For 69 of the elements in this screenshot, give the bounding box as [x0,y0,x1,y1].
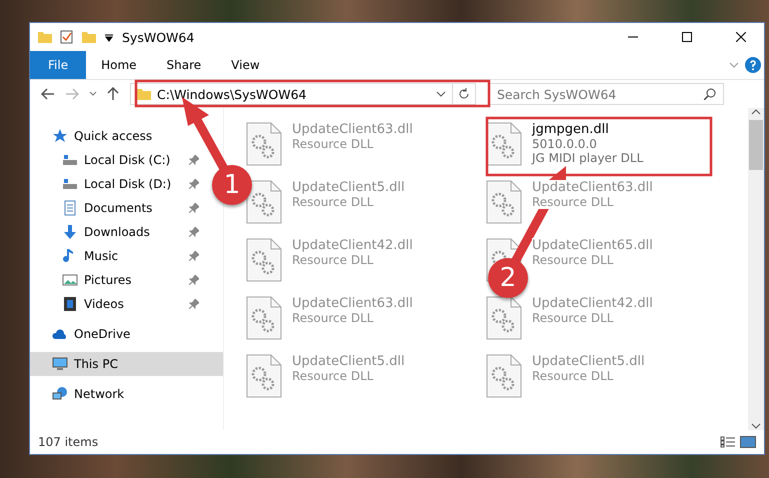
file-detail: Resource DLL [532,195,614,209]
file-detail: JG MIDI player DLL [532,151,644,165]
scrollbar[interactable] [748,108,764,430]
pin-icon[interactable] [189,299,199,309]
caret-icon[interactable] [104,32,114,42]
drive-icon [62,152,78,168]
file-detail: Resource DLL [292,137,374,151]
properties-icon[interactable] [60,30,74,44]
maximize-icon [682,32,692,42]
sidebar-item[interactable]: Local Disk (D:) [30,172,207,196]
sidebar-item[interactable]: Videos [30,292,207,316]
folder-icon [137,87,151,101]
close-icon [736,32,746,42]
computer-icon [52,356,68,372]
details-view-icon[interactable] [720,436,736,448]
search-field[interactable]: Search SysWOW64 [488,83,724,105]
network-icon [52,386,68,402]
gear-file-icon [246,354,282,398]
ribbon-tab[interactable]: Home [86,51,152,79]
file-detail: Resource DLL [532,311,614,325]
item-count: 107 items [38,435,100,449]
file-detail: Resource DLL [532,369,614,383]
sidebar-item[interactable]: OneDrive [30,322,223,346]
gear-file-icon [486,296,522,340]
pin-icon[interactable] [189,179,199,189]
file-detail: Resource DLL [292,311,374,325]
chevron-down-icon[interactable] [436,90,446,98]
sidebar-item[interactable]: Quick access [30,124,223,148]
sidebar-item[interactable]: This PC [30,352,223,376]
gear-file-icon [246,122,282,166]
pin-icon[interactable] [189,155,199,165]
file-detail: Resource DLL [292,195,374,209]
pin-icon[interactable] [189,227,199,237]
sidebar-item[interactable]: Downloads [30,220,207,244]
sidebar-item[interactable]: Pictures [30,268,207,292]
file-detail: 5010.0.0.0 [532,137,597,151]
file-detail: Resource DLL [292,253,374,267]
drive-icon [62,176,78,192]
window-title: SysWOW64 [122,30,196,44]
scroll-up-icon[interactable] [751,108,761,116]
chevron-down-icon [729,61,739,69]
videos-icon [62,296,78,312]
file-name[interactable]: jgmpgen.dll [532,122,609,137]
gear-file-icon [486,122,522,166]
scrollbar-thumb[interactable] [749,120,763,170]
sidebar-item[interactable]: Local Disk (C:) [30,148,207,172]
file-menu-button[interactable]: File [30,51,86,79]
sidebar-item[interactable]: Network [30,382,223,406]
sidebar-item[interactable]: Music [30,244,207,268]
pictures-icon [62,272,78,288]
gear-file-icon [246,238,282,282]
scroll-down-icon[interactable] [751,422,761,430]
search-icon [704,88,716,100]
gear-file-icon [486,354,522,398]
gear-file-icon [246,180,282,224]
sidebar-item[interactable]: Documents [30,196,207,220]
ribbon-tab[interactable]: View [216,51,275,79]
file-detail: Resource DLL [532,253,614,267]
star-icon [52,128,68,144]
pin-icon[interactable] [189,203,199,213]
ribbon-tab[interactable]: Share [152,51,216,79]
download-icon [62,224,78,240]
gear-file-icon [246,296,282,340]
file-detail: Resource DLL [292,369,374,383]
pin-icon[interactable] [189,251,199,261]
gear-file-icon [486,180,522,224]
address-bar[interactable]: C:\Windows\SysWOW64 [130,83,476,105]
pin-icon[interactable] [189,275,199,285]
document-icon [62,200,78,216]
